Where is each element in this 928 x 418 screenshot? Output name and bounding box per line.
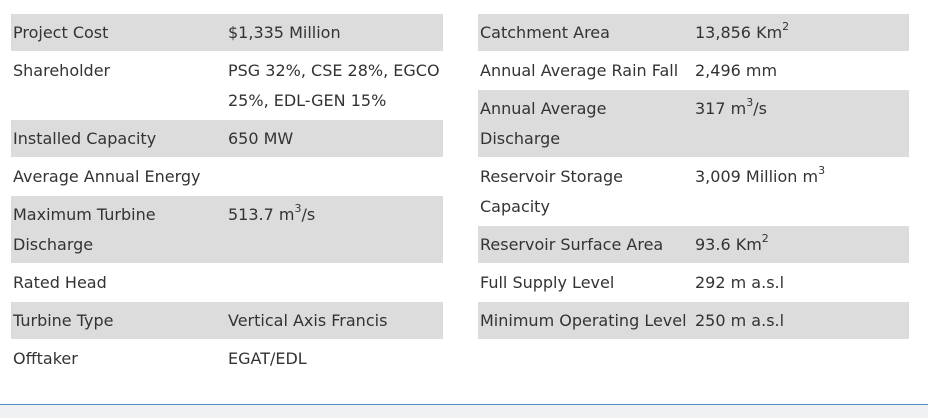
unit-exponent: 2 (761, 231, 769, 245)
spec-value (226, 157, 443, 196)
spec-value-text: 2,496 mm (695, 61, 778, 80)
spec-label: Shareholder (11, 51, 226, 120)
table-row: Annual Average Discharge 317 m3/s (478, 89, 909, 158)
table-row: Reservoir Storage Capacity 3,009 Million … (478, 157, 909, 226)
table-row: Offtaker EGAT/EDL (11, 339, 443, 378)
table-row: Full Supply Level 292 m a.s.l (478, 263, 909, 302)
table-row: Catchment Area 13,856 Km2 (478, 14, 909, 52)
spec-value: 317 m3/s (693, 89, 909, 158)
spec-label: Installed Capacity (11, 119, 226, 158)
spec-label: Annual Average Discharge (478, 89, 693, 158)
spec-value-text: Vertical Axis Francis (228, 311, 388, 330)
spec-value-text: 292 m a.s.l (695, 273, 785, 292)
spec-value: 2,496 mm (693, 51, 909, 90)
spec-value: 93.6 Km2 (693, 225, 909, 264)
spec-label: Maximum Turbine Discharge (11, 195, 226, 264)
spec-value: 13,856 Km2 (693, 14, 909, 52)
spec-value: 513.7 m3/s (226, 195, 443, 264)
spec-label: Turbine Type (11, 301, 226, 340)
spec-label: Reservoir Storage Capacity (478, 157, 693, 226)
spec-value-text: 650 MW (228, 129, 294, 148)
spec-label: Full Supply Level (478, 263, 693, 302)
project-specs-table: Project Cost $1,335 Million Shareholder PSG… (11, 14, 443, 378)
spec-value: 250 m a.s.l (693, 301, 909, 340)
spec-label: Offtaker (11, 339, 226, 378)
spec-value (226, 263, 443, 302)
spec-value-text: PSG 32%, CSE 28%, EGCO 25%, EDL-GEN 15% (228, 61, 440, 110)
spec-value: 292 m a.s.l (693, 263, 909, 302)
table-row: Turbine Type Vertical Axis Francis (11, 301, 443, 340)
unit-suffix: /s (301, 205, 316, 224)
spec-value-text: 317 m (695, 99, 747, 118)
spec-label: Catchment Area (478, 14, 693, 52)
table-row: Project Cost $1,335 Million (11, 14, 443, 52)
spec-value: PSG 32%, CSE 28%, EGCO 25%, EDL-GEN 15% (226, 51, 443, 120)
spec-label: Rated Head (11, 263, 226, 302)
spec-value: 650 MW (226, 119, 443, 158)
table-row: Maximum Turbine Discharge 513.7 m3/s (11, 195, 443, 264)
spec-value-text: 13,856 Km (695, 23, 783, 42)
table-row: Average Annual Energy (11, 157, 443, 196)
table-row: Reservoir Surface Area 93.6 Km2 (478, 225, 909, 264)
spec-value: Vertical Axis Francis (226, 301, 443, 340)
table-row: Shareholder PSG 32%, CSE 28%, EGCO 25%, E… (11, 51, 443, 120)
project-specs-body: Project Cost $1,335 Million Shareholder PSG… (11, 14, 443, 378)
spec-value-text: 250 m a.s.l (695, 311, 785, 330)
spec-label: Reservoir Surface Area (478, 225, 693, 264)
spec-value: 3,009 Million m3 (693, 157, 909, 226)
spec-value-text: 93.6 Km (695, 235, 762, 254)
hydrology-specs-table: Catchment Area 13,856 Km2 Annual Average R… (478, 14, 909, 340)
table-row: Installed Capacity 650 MW (11, 119, 443, 158)
spec-label: Average Annual Energy (11, 157, 226, 196)
table-row: Rated Head (11, 263, 443, 302)
table-row: Annual Average Rain Fall 2,496 mm (478, 51, 909, 90)
spec-label: Minimum Operating Level (478, 301, 693, 340)
spec-label: Project Cost (11, 14, 226, 52)
table-row: Minimum Operating Level 250 m a.s.l (478, 301, 909, 340)
spec-value-text: $1,335 Million (228, 23, 341, 42)
unit-exponent: 3 (818, 163, 826, 177)
unit-exponent: 3 (746, 95, 754, 109)
unit-suffix: /s (753, 99, 767, 118)
spec-value-text: 513.7 m (228, 205, 295, 224)
spec-value-text: EGAT/EDL (228, 349, 307, 368)
spec-label: Annual Average Rain Fall (478, 51, 693, 90)
unit-exponent: 2 (782, 19, 790, 33)
spec-value: EGAT/EDL (226, 339, 443, 378)
hydrology-specs-body: Catchment Area 13,856 Km2 Annual Average R… (478, 14, 909, 340)
spec-value-text: 3,009 Million m (695, 167, 819, 186)
unit-exponent: 3 (294, 201, 302, 215)
spec-value: $1,335 Million (226, 14, 443, 52)
footer-band (0, 404, 928, 418)
